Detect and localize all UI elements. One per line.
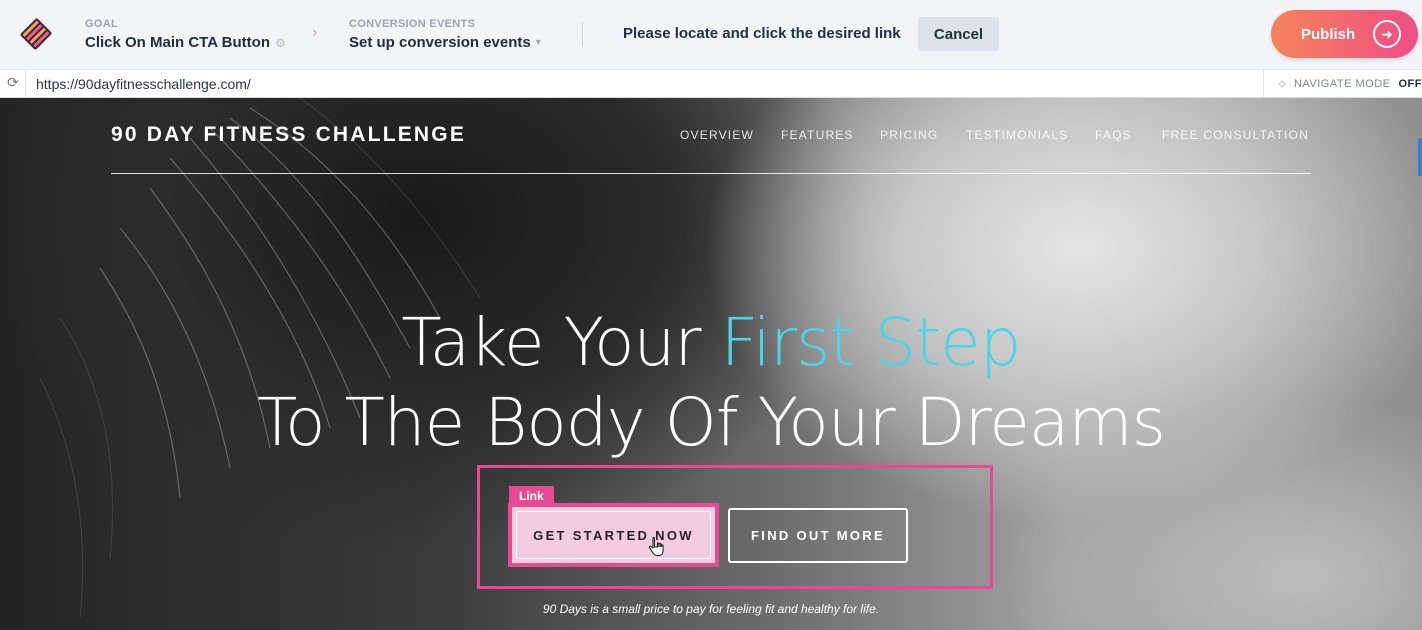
conversion-events-label: CONVERSION EVENTS	[349, 18, 476, 30]
goal-value: Click On Main CTA Button	[85, 34, 270, 51]
hero-headline-line2: To The Body Of Your Dreams	[257, 384, 1166, 461]
app-logo-icon[interactable]	[17, 15, 55, 53]
publish-label: Publish	[1301, 25, 1356, 43]
nav-faqs[interactable]: FAQS	[1095, 128, 1132, 142]
navigate-mode-state: OFF	[1398, 77, 1422, 90]
get-started-button[interactable]: GET STARTED NOW	[508, 503, 719, 567]
hand-cursor-icon	[648, 537, 664, 556]
side-edge-tab[interactable]	[1418, 138, 1422, 176]
hero-tagline: 90 Days is a small price to pay for feel…	[542, 602, 880, 616]
headline-accent: First Step	[720, 304, 1022, 381]
nav-pricing[interactable]: PRICING	[880, 128, 938, 142]
gear-icon[interactable]: ⚙	[275, 36, 286, 50]
publish-button[interactable]: Publish ➜	[1271, 10, 1418, 58]
website-preview: 90 DAY FITNESS CHALLENGE OVERVIEW FEATUR…	[0, 98, 1422, 630]
editor-toolbar: GOAL Click On Main CTA Button ⚙ › CONVER…	[0, 0, 1422, 70]
button-focus-ring	[516, 511, 711, 559]
goal-label: GOAL	[85, 18, 118, 30]
crosshair-icon	[1278, 79, 1286, 88]
find-out-more-button[interactable]: FIND OUT MORE	[728, 508, 908, 563]
nav-overview[interactable]: OVERVIEW	[680, 128, 754, 142]
url-divider	[25, 70, 26, 97]
instruction-prompt: Please locate and click the desired link	[623, 25, 901, 42]
site-brand[interactable]: 90 DAY FITNESS CHALLENGE	[111, 123, 466, 147]
navigate-mode-label: NAVIGATE MODE	[1293, 77, 1391, 90]
cancel-button[interactable]: Cancel	[918, 17, 999, 51]
conversion-events-value: Set up conversion events	[349, 34, 531, 51]
nav-testimonials[interactable]: TESTIMONIALS	[966, 128, 1068, 142]
headline-part1: Take Your	[401, 304, 721, 381]
chevron-down-icon[interactable]: ▾	[536, 37, 541, 48]
url-bar: ⟳ https://90dayfitnesschallenge.com/ NAV…	[0, 70, 1422, 98]
navigate-mode-toggle[interactable]: NAVIGATE MODE OFF	[1263, 70, 1422, 97]
nav-free-consultation[interactable]: FREE CONSULTATION	[1162, 128, 1309, 142]
refresh-icon[interactable]: ⟳	[4, 74, 22, 92]
conversion-events-step[interactable]: CONVERSION EVENTS Set up conversion even…	[349, 18, 541, 51]
arrow-right-icon: ➜	[1373, 20, 1401, 48]
nav-features[interactable]: FEATURES	[781, 128, 854, 142]
url-input[interactable]: https://90dayfitnesschallenge.com/	[36, 76, 251, 92]
goal-step[interactable]: GOAL Click On Main CTA Button ⚙	[85, 18, 286, 51]
toolbar-divider	[582, 22, 583, 46]
header-divider	[111, 173, 1311, 174]
chevron-right-icon: ›	[312, 24, 318, 41]
hero-headline-line1: Take Your First Step	[0, 304, 1422, 381]
